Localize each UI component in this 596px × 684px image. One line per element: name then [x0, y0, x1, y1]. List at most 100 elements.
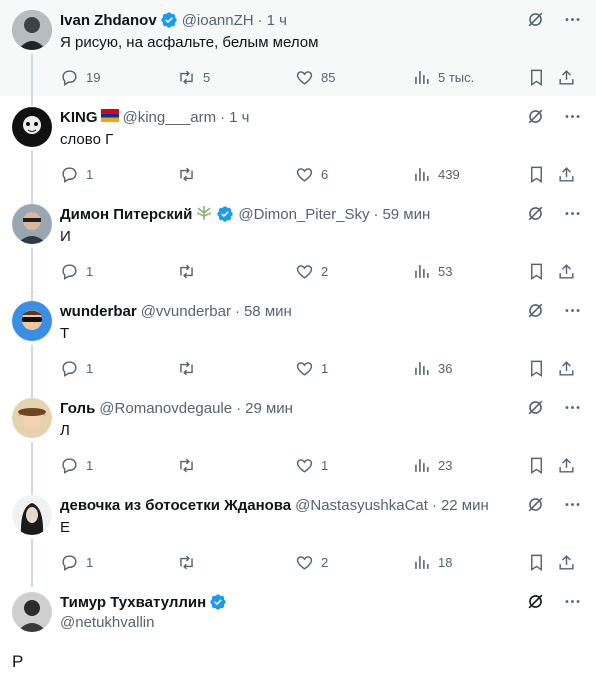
author-handle[interactable]: @NastasyushkaCat — [295, 497, 428, 514]
tweet[interactable]: Димон Питерский @Dimon_Piter_Sky · 59 ми… — [0, 204, 596, 301]
more-icon[interactable] — [563, 10, 582, 29]
more-icon[interactable] — [563, 398, 582, 417]
author-name[interactable]: Димон Питерский — [60, 206, 192, 223]
tweet[interactable]: Ivan Zhdanov @ioannZH · 1 ч Я рисую, на … — [0, 10, 596, 106]
author-handle[interactable]: @Romanovdegaule — [99, 400, 232, 417]
bookmark-button[interactable] — [527, 162, 546, 186]
reply-button[interactable]: 1 — [60, 259, 93, 283]
reply-button[interactable]: 1 — [60, 453, 93, 477]
grok-icon[interactable] — [526, 301, 545, 320]
retweet-button[interactable] — [177, 356, 196, 380]
share-button[interactable] — [557, 162, 576, 186]
author-name[interactable]: Тимур Тухватуллин — [60, 594, 206, 611]
separator: · — [257, 11, 263, 29]
views-button[interactable]: 53 — [412, 259, 452, 283]
retweet-icon — [180, 458, 193, 472]
grok-icon[interactable] — [526, 495, 545, 514]
more-icon[interactable] — [563, 592, 582, 611]
tweet[interactable]: Голь @Romanovdegaule · 29 мин Л 1 1 23 — [0, 398, 596, 495]
tweet[interactable]: KING @king___arm · 1 ч слово Г 1 6 439 — [0, 107, 596, 204]
timestamp[interactable]: 22 мин — [441, 497, 489, 514]
views-button[interactable]: 18 — [412, 550, 452, 574]
avatar[interactable] — [12, 495, 52, 535]
timestamp[interactable]: 1 ч — [267, 12, 287, 29]
like-button[interactable]: 1 — [295, 453, 328, 477]
bookmark-button[interactable] — [527, 550, 546, 574]
avatar[interactable] — [12, 107, 52, 147]
reply-icon — [62, 166, 77, 183]
retweet-button[interactable]: 5 — [177, 65, 210, 89]
views-button[interactable]: 5 тыс. — [412, 65, 474, 89]
views-button[interactable]: 439 — [412, 162, 460, 186]
avatar[interactable] — [12, 301, 52, 341]
bookmark-button[interactable] — [527, 356, 546, 380]
bookmark-button[interactable] — [527, 259, 546, 283]
thread-line — [31, 248, 33, 301]
like-button[interactable]: 6 — [295, 162, 328, 186]
like-count: 2 — [321, 554, 329, 570]
views-icon — [415, 555, 429, 569]
more-icon[interactable] — [563, 107, 582, 126]
share-button[interactable] — [557, 65, 576, 89]
timestamp[interactable]: 58 мин — [244, 303, 292, 320]
retweet-button[interactable] — [177, 453, 196, 477]
like-count: 1 — [321, 457, 329, 473]
reply-icon — [62, 69, 77, 86]
tweet[interactable]: wunderbar @vvunderbar · 58 мин Т 1 1 36 — [0, 301, 596, 398]
reply-button[interactable]: 1 — [60, 550, 93, 574]
share-button[interactable] — [557, 259, 576, 283]
more-icon[interactable] — [563, 301, 582, 320]
grok-icon[interactable] — [526, 10, 545, 29]
grok-icon[interactable] — [526, 398, 545, 417]
timestamp[interactable]: 1 ч — [229, 109, 249, 126]
main-tweet[interactable]: Тимур Тухватуллин @netukhvallin Р — [0, 592, 596, 684]
reply-button[interactable]: 1 — [60, 356, 93, 380]
author-name[interactable]: Ivan Zhdanov — [60, 12, 157, 29]
views-button[interactable]: 23 — [412, 453, 452, 477]
bookmark-button[interactable] — [527, 453, 546, 477]
more-icon[interactable] — [563, 495, 582, 514]
share-button[interactable] — [557, 356, 576, 380]
like-button[interactable]: 85 — [295, 65, 335, 89]
more-icon[interactable] — [563, 204, 582, 223]
grok-icon[interactable] — [526, 107, 545, 126]
like-button[interactable]: 2 — [295, 550, 328, 574]
author-handle[interactable]: @king___arm — [123, 109, 217, 126]
like-button[interactable]: 2 — [295, 259, 328, 283]
author-handle[interactable]: @vvunderbar — [141, 303, 231, 320]
views-icon — [415, 458, 429, 472]
author-name[interactable]: девочка из ботосетки Жданова — [60, 497, 291, 514]
like-button[interactable]: 1 — [295, 356, 328, 380]
author-name[interactable]: Голь — [60, 400, 95, 417]
grok-icon[interactable] — [526, 592, 545, 611]
avatar[interactable] — [12, 204, 52, 244]
verified-badge-icon — [161, 12, 177, 28]
avatar[interactable] — [12, 10, 52, 50]
grok-icon[interactable] — [526, 204, 545, 223]
author-handle[interactable]: @ioannZH — [182, 12, 254, 29]
share-button[interactable] — [557, 550, 576, 574]
author-handle[interactable]: @netukhvallin — [60, 614, 154, 631]
tweet[interactable]: девочка из ботосетки Жданова @Nastasyush… — [0, 495, 596, 587]
views-button[interactable]: 36 — [412, 356, 452, 380]
heart-icon — [296, 167, 313, 182]
share-button[interactable] — [557, 453, 576, 477]
reply-button[interactable]: 1 — [60, 162, 93, 186]
bookmark-button[interactable] — [527, 65, 546, 89]
author-name[interactable]: wunderbar — [60, 303, 137, 320]
avatar[interactable] — [12, 398, 52, 438]
heart-icon — [296, 361, 313, 376]
timestamp[interactable]: 29 мин — [245, 400, 293, 417]
reply-button[interactable]: 19 — [60, 65, 100, 89]
timestamp[interactable]: 59 мин — [382, 206, 430, 223]
retweet-button[interactable] — [177, 259, 196, 283]
armenia-flag-icon — [100, 109, 119, 125]
share-icon — [559, 166, 574, 182]
author-name[interactable]: KING — [60, 109, 98, 126]
author-handle[interactable]: @Dimon_Piter_Sky — [238, 206, 369, 223]
views-icon — [415, 264, 429, 278]
avatar[interactable] — [12, 592, 52, 632]
retweet-button[interactable] — [177, 162, 196, 186]
views-count: 53 — [438, 263, 453, 279]
retweet-button[interactable] — [177, 550, 196, 574]
